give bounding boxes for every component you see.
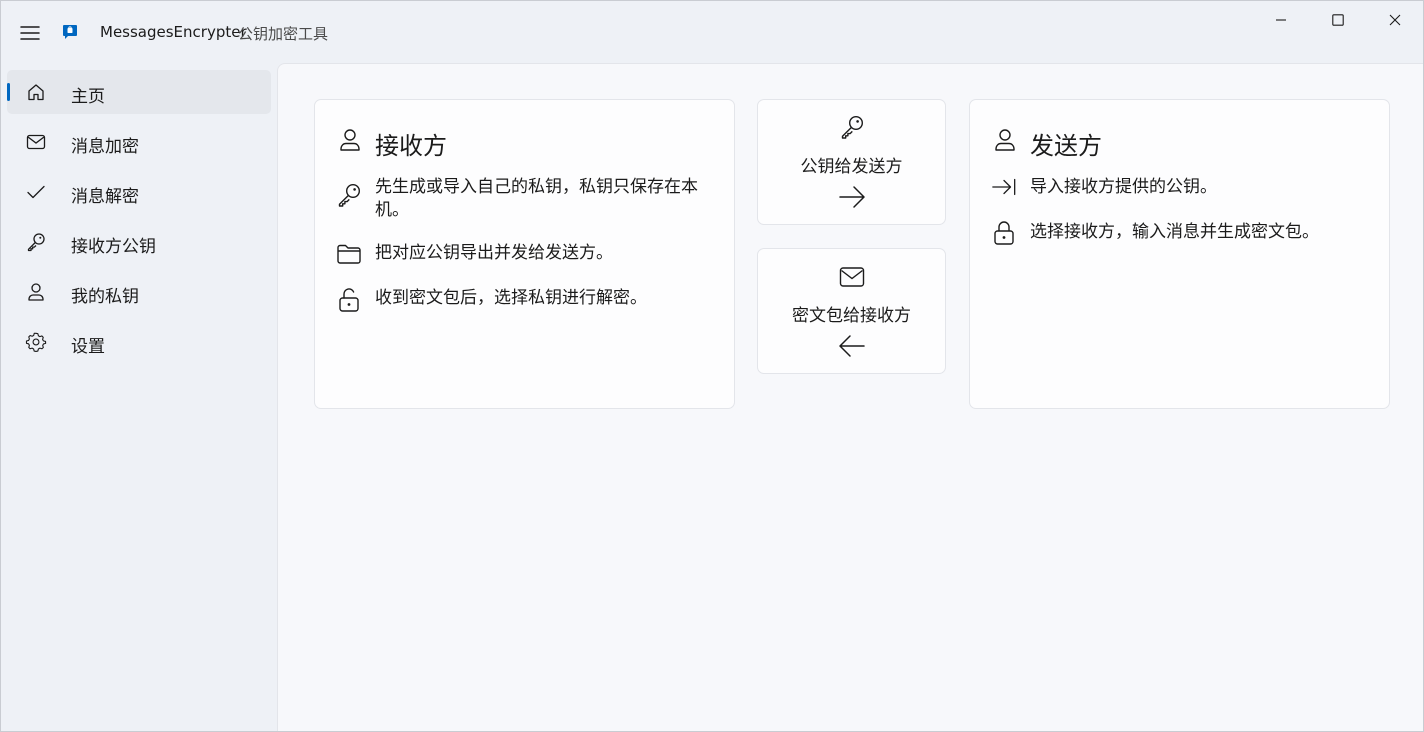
key-icon: [25, 231, 47, 253]
nav-item-settings[interactable]: 设置: [7, 320, 271, 364]
receiver-step-1-text: 先生成或导入自己的私钥，私钥只保存在本机。: [375, 177, 698, 220]
mail-icon: [837, 262, 867, 292]
close-button[interactable]: [1367, 1, 1423, 39]
mail-icon: [25, 131, 47, 153]
app-subtitle: 公钥加密工具: [238, 25, 329, 43]
receiver-card-title: 接收方: [375, 132, 447, 160]
nav-label-encrypt: 消息加密: [71, 137, 139, 157]
hamburger-menu-button[interactable]: [11, 17, 49, 49]
maximize-button[interactable]: [1310, 1, 1366, 39]
unlock-icon: [336, 287, 362, 313]
app-title: MessagesEncrypter: [100, 23, 247, 41]
title-bar: MessagesEncrypter 公钥加密工具: [1, 1, 1423, 63]
checkmark-icon: [25, 181, 47, 203]
import-arrow-icon: [991, 174, 1017, 200]
nav-label-settings: 设置: [71, 337, 105, 357]
person-icon: [25, 281, 47, 303]
hamburger-icon: [20, 26, 40, 40]
navigation-pane: 主页 消息加密 消息解密 接收方公钥 我的私钥 设置: [1, 63, 277, 731]
arrow-left-icon: [837, 331, 867, 361]
flow-cipher-package-label: 密文包给接收方: [792, 306, 911, 326]
sender-step-1-text: 导入接收方提供的公钥。: [1030, 177, 1217, 197]
person-icon: [337, 127, 363, 153]
selection-indicator: [7, 83, 10, 101]
maximize-icon: [1332, 14, 1344, 26]
nav-item-decrypt[interactable]: 消息解密: [7, 170, 271, 214]
sender-card-title: 发送方: [1030, 132, 1102, 160]
app-window: MessagesEncrypter 公钥加密工具 主页 消息加密 消息解密 接收…: [0, 0, 1424, 732]
nav-item-recipient-keys[interactable]: 接收方公钥: [7, 220, 271, 264]
nav-item-my-private-key[interactable]: 我的私钥: [7, 270, 271, 314]
nav-label-home: 主页: [71, 87, 105, 107]
nav-item-home[interactable]: 主页: [7, 70, 271, 114]
nav-label-my-private-key: 我的私钥: [71, 287, 139, 307]
flow-public-key-card: 公钥给发送方: [757, 99, 946, 225]
key-icon: [837, 112, 867, 142]
close-icon: [1389, 14, 1401, 26]
sender-step-2-text: 选择接收方，输入消息并生成密文包。: [1030, 222, 1319, 242]
home-icon: [25, 81, 47, 103]
gear-icon: [25, 331, 47, 353]
receiver-step-3-text: 收到密文包后，选择私钥进行解密。: [375, 288, 647, 308]
main-content: 接收方 先生成或导入自己的私钥，私钥只保存在本机。 把对应公钥导出并发给发送方。…: [277, 63, 1423, 731]
minimize-icon: [1276, 19, 1286, 21]
flow-cipher-package-card: 密文包给接收方: [757, 248, 946, 374]
sender-card: 发送方 导入接收方提供的公钥。 选择接收方，输入消息并生成密文包。: [969, 99, 1390, 409]
arrow-right-icon: [837, 182, 867, 212]
minimize-button[interactable]: [1253, 1, 1309, 39]
key-icon: [336, 182, 362, 208]
lock-icon: [991, 220, 1017, 246]
nav-label-recipient-keys: 接收方公钥: [71, 237, 156, 257]
nav-item-encrypt[interactable]: 消息加密: [7, 120, 271, 164]
folder-icon: [336, 241, 362, 267]
receiver-step-2-text: 把对应公钥导出并发给发送方。: [375, 243, 613, 263]
app-logo-icon: [61, 23, 79, 41]
receiver-card: 接收方 先生成或导入自己的私钥，私钥只保存在本机。 把对应公钥导出并发给发送方。…: [314, 99, 735, 409]
flow-public-key-label: 公钥给发送方: [800, 157, 903, 177]
nav-label-decrypt: 消息解密: [71, 187, 139, 207]
person-icon: [992, 127, 1018, 153]
